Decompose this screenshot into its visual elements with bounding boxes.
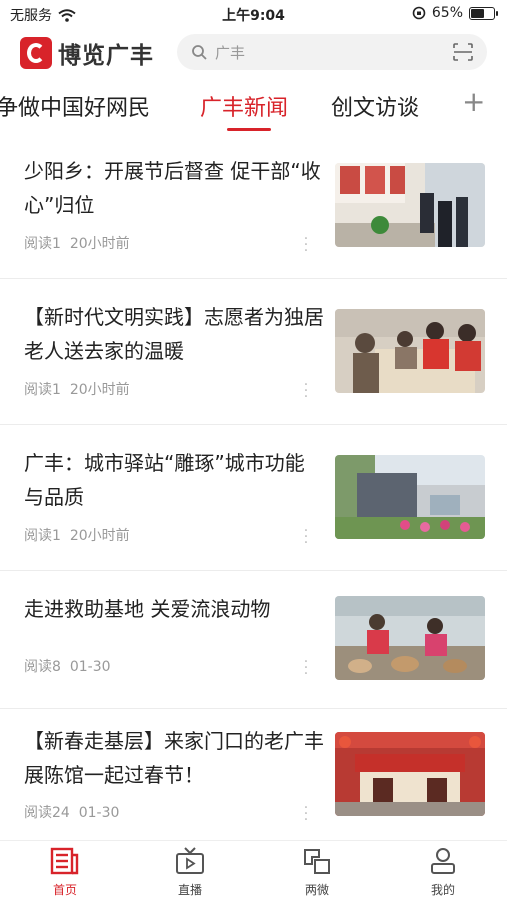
article-meta: 阅读8 01-30 xyxy=(24,656,111,676)
app-name: 博览广丰 xyxy=(58,43,154,69)
article-thumbnail[interactable] xyxy=(335,309,485,393)
more-icon[interactable]: · · · xyxy=(303,378,309,404)
tab-guangfeng-news[interactable]: 广丰新闻 xyxy=(200,90,288,122)
article-thumbnail[interactable] xyxy=(335,732,485,816)
article-meta: 阅读24 01-30 xyxy=(24,802,119,822)
tab-interview[interactable]: 创文访谈 xyxy=(331,90,419,122)
article-title[interactable]: 走进救助基地 关爱流浪动物 xyxy=(24,592,324,626)
tv-play-icon xyxy=(176,847,204,874)
add-channel-icon[interactable]: + xyxy=(462,88,485,116)
status-bar: 无服务 上午9:04 65% xyxy=(0,0,507,28)
more-icon[interactable]: · · · xyxy=(303,524,309,550)
divider xyxy=(0,708,507,709)
read-count: 阅读1 xyxy=(24,382,61,398)
scan-icon[interactable] xyxy=(453,43,473,61)
publish-time: 20小时前 xyxy=(69,236,130,252)
publish-time: 01-30 xyxy=(78,805,120,821)
tab-weibo-wechat-label: 两微 xyxy=(304,883,329,897)
tab-live[interactable]: 直播 xyxy=(160,847,220,898)
user-icon xyxy=(431,848,455,874)
app-logo: 博览广丰 xyxy=(20,36,154,70)
article-thumbnail[interactable] xyxy=(335,163,485,247)
app-header: 博览广丰 广丰 xyxy=(0,30,507,76)
article-meta: 阅读1 20小时前 xyxy=(24,525,130,545)
article-meta: 阅读1 20小时前 xyxy=(24,379,130,399)
article-thumbnail[interactable] xyxy=(335,455,485,539)
tab-live-label: 直播 xyxy=(177,883,202,897)
search-input[interactable]: 广丰 xyxy=(215,42,245,63)
logo-icon xyxy=(20,37,52,69)
active-tab-indicator xyxy=(227,128,271,131)
publish-time: 20小时前 xyxy=(69,382,130,398)
article-title[interactable]: 【新春走基层】来家门口的老广丰展陈馆一起过春节！ xyxy=(24,724,324,792)
article-title[interactable]: 广丰：城市驿站“雕琢”城市功能与品质 xyxy=(24,446,324,514)
read-count: 阅读8 xyxy=(24,659,61,675)
article-title[interactable]: 【新时代文明实践】志愿者为独居老人送去家的温暖 xyxy=(24,300,324,368)
read-count: 阅读24 xyxy=(24,805,70,821)
more-icon[interactable]: · · · xyxy=(303,655,309,681)
read-count: 阅读1 xyxy=(24,528,61,544)
publish-time: 01-30 xyxy=(69,659,111,675)
publish-time: 20小时前 xyxy=(69,528,130,544)
search-bar[interactable]: 广丰 xyxy=(177,34,487,70)
divider xyxy=(0,424,507,425)
bottom-tab-bar: 首页 直播 两微 我的 xyxy=(0,840,507,901)
more-icon[interactable]: · · · xyxy=(303,801,309,827)
more-icon[interactable]: · · · xyxy=(303,232,309,258)
article-meta: 阅读1 20小时前 xyxy=(24,233,130,253)
tab-home-label: 首页 xyxy=(52,883,77,897)
divider xyxy=(0,278,507,279)
battery-icon xyxy=(469,6,498,20)
tab-profile[interactable]: 我的 xyxy=(413,847,473,898)
home-news-icon xyxy=(50,847,79,875)
orientation-lock-icon xyxy=(412,6,426,20)
tab-good-netizen[interactable]: 争做中国好网民 xyxy=(0,90,150,122)
channel-tabs: 争做中国好网民 广丰新闻 创文访谈 + xyxy=(0,84,507,134)
read-count: 阅读1 xyxy=(24,236,61,252)
tab-profile-label: 我的 xyxy=(430,883,455,897)
weibo-wechat-icon xyxy=(304,849,330,874)
divider xyxy=(0,570,507,571)
tab-home[interactable]: 首页 xyxy=(35,847,95,898)
search-icon xyxy=(192,45,207,60)
battery-percent: 65% xyxy=(431,5,463,21)
article-thumbnail[interactable] xyxy=(335,596,485,680)
tab-weibo-wechat[interactable]: 两微 xyxy=(287,847,347,898)
article-title[interactable]: 少阳乡：开展节后督查 促干部“收心”归位 xyxy=(24,154,324,222)
